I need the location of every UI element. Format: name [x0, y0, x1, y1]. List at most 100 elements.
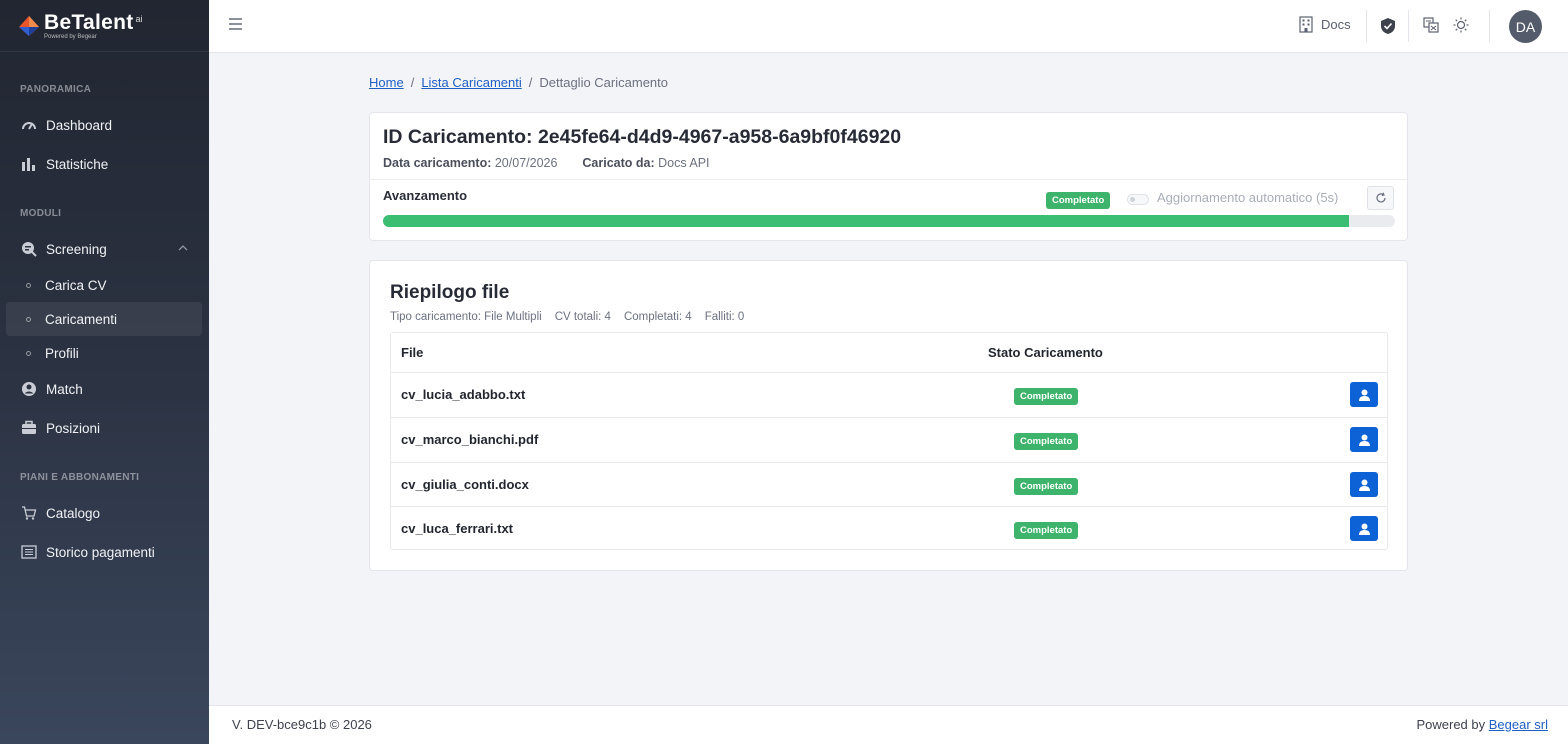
- bar-chart-icon: [20, 156, 37, 173]
- status-badge: Completato: [1014, 388, 1079, 405]
- sidebar-item-label: Caricamenti: [45, 311, 118, 327]
- card-divider: [370, 179, 1407, 180]
- powered-by-label: Powered by: [1416, 717, 1486, 732]
- sidebar-item-label: Posizioni: [46, 420, 101, 436]
- file-name: cv_marco_bianchi.pdf: [401, 432, 539, 447]
- view-profile-button[interactable]: [1350, 516, 1378, 541]
- powered-by: Powered by Begear srl: [1416, 717, 1548, 732]
- sidebar-item-screening[interactable]: Screening: [6, 232, 202, 266]
- sidebar-item-statistiche[interactable]: Statistiche: [6, 147, 202, 181]
- breadcrumb: Home / Lista Caricamenti / Dettaglio Car…: [369, 75, 668, 90]
- section-panoramica: PANORAMICA: [20, 84, 92, 95]
- table-row: cv_luca_ferrari.txt Completato: [391, 506, 1387, 551]
- sidebar-item-dashboard[interactable]: Dashboard: [6, 108, 202, 142]
- sidebar-item-carica-cv[interactable]: Carica CV: [6, 268, 202, 302]
- docs-link[interactable]: Docs: [1299, 16, 1351, 33]
- uploaded-by-value: Docs API: [658, 156, 710, 170]
- user-icon: [1358, 389, 1370, 401]
- top-header: Docs DA: [209, 0, 1568, 53]
- cv-total: CV totali: 4: [554, 311, 611, 323]
- bullet-icon: [26, 316, 31, 322]
- uploaded-by-label: Caricato da:: [582, 156, 655, 170]
- bullet-icon: [26, 350, 31, 356]
- status-badge: Completato: [1014, 433, 1079, 450]
- brand[interactable]: BeTalent ai Powered by Begear: [0, 0, 209, 52]
- sidebar-item-label: Catalogo: [46, 505, 101, 521]
- summary-title: Riepilogo file: [390, 282, 510, 303]
- auto-refresh-toggle[interactable]: [1127, 194, 1149, 205]
- column-header-status: Stato Caricamento: [988, 345, 1103, 360]
- upload-detail-card: ID Caricamento: 2e45fe64-d4d9-4967-a958-…: [369, 112, 1408, 241]
- begear-link[interactable]: Begear srl: [1489, 717, 1548, 732]
- user-avatar[interactable]: DA: [1509, 10, 1542, 43]
- view-profile-button[interactable]: [1350, 382, 1378, 407]
- speedometer-icon: [20, 117, 37, 134]
- user-circle-icon: [20, 381, 37, 398]
- refresh-icon: [1375, 192, 1386, 203]
- table-row: cv_lucia_adabbo.txt Completato: [391, 372, 1387, 417]
- upload-meta: Data caricamento: 20/07/2026 Caricato da…: [383, 156, 710, 170]
- sidebar-item-profili[interactable]: Profili: [6, 336, 202, 370]
- breadcrumb-separator: /: [410, 75, 415, 90]
- sidebar-item-label: Statistiche: [46, 156, 109, 172]
- cart-icon: [20, 505, 37, 522]
- app-version: V. DEV-bce9c1b © 2026: [232, 717, 372, 732]
- sidebar-item-label: Dashboard: [46, 117, 113, 133]
- sidebar-item-catalogo[interactable]: Catalogo: [6, 496, 202, 530]
- status-badge: Completato: [1014, 478, 1079, 495]
- sidebar-item-storico-pagamenti[interactable]: Storico pagamenti: [6, 535, 202, 569]
- cv-completed: Completati: 4: [623, 311, 692, 323]
- cv-failed: Falliti: 0: [704, 311, 745, 323]
- screening-icon: [20, 241, 37, 258]
- section-moduli: MODULI: [20, 208, 62, 219]
- file-name: cv_luca_ferrari.txt: [401, 521, 514, 536]
- upload-id-title: ID Caricamento: 2e45fe64-d4d9-4967-a958-…: [383, 126, 902, 148]
- status-badge: Completato: [1014, 522, 1079, 539]
- list-icon: [20, 544, 37, 561]
- auto-refresh-label: Aggiornamento automatico (5s): [1157, 190, 1339, 205]
- sun-icon[interactable]: [1453, 17, 1469, 33]
- translate-icon[interactable]: [1423, 17, 1439, 33]
- summary-stats: Tipo caricamento: File Multipli CV total…: [390, 311, 744, 323]
- shield-check-icon[interactable]: [1380, 17, 1396, 35]
- breadcrumb-home-link[interactable]: Home: [369, 75, 404, 90]
- briefcase-icon: [20, 420, 37, 437]
- refresh-button[interactable]: [1367, 186, 1394, 210]
- table-row: cv_marco_bianchi.pdf Completato: [391, 417, 1387, 462]
- sidebar-item-caricamenti[interactable]: Caricamenti: [6, 302, 202, 336]
- upload-date-label: Data caricamento:: [383, 156, 492, 170]
- header-divider: [1489, 10, 1490, 42]
- user-icon: [1358, 434, 1370, 446]
- view-profile-button[interactable]: [1350, 427, 1378, 452]
- status-badge: Completato: [1046, 192, 1111, 209]
- breadcrumb-separator: /: [528, 75, 533, 90]
- table-row: cv_giulia_conti.docx Completato: [391, 462, 1387, 507]
- sidebar-item-match[interactable]: Match: [6, 372, 202, 406]
- sidebar-item-label: Storico pagamenti: [46, 544, 155, 560]
- brand-name: BeTalent: [44, 10, 134, 34]
- hamburger-menu-icon[interactable]: [229, 18, 242, 30]
- breadcrumb-current: Dettaglio Caricamento: [539, 75, 668, 90]
- user-icon: [1358, 523, 1370, 535]
- sidebar-item-label: Match: [46, 381, 83, 397]
- sidebar: BeTalent ai Powered by Begear PANORAMICA …: [0, 0, 209, 744]
- file-summary-card: Riepilogo file Tipo caricamento: File Mu…: [369, 260, 1408, 571]
- progress-bar: [383, 215, 1395, 227]
- file-name: cv_giulia_conti.docx: [401, 477, 529, 492]
- breadcrumb-list-link[interactable]: Lista Caricamenti: [421, 75, 521, 90]
- view-profile-button[interactable]: [1350, 472, 1378, 497]
- upload-type: Tipo caricamento: File Multipli: [390, 311, 542, 323]
- brand-sub: Powered by Begear: [44, 33, 97, 40]
- bullet-icon: [26, 282, 31, 288]
- sidebar-item-label: Carica CV: [45, 277, 107, 293]
- brand-sup: ai: [135, 14, 143, 25]
- docs-label: Docs: [1321, 17, 1351, 32]
- footer: V. DEV-bce9c1b © 2026 Powered by Begear …: [209, 705, 1568, 744]
- header-divider: [1366, 10, 1367, 42]
- sidebar-item-label: Screening: [46, 241, 107, 257]
- sidebar-item-posizioni[interactable]: Posizioni: [6, 411, 202, 445]
- progress-label: Avanzamento: [383, 188, 468, 203]
- building-icon: [1299, 16, 1313, 33]
- file-name: cv_lucia_adabbo.txt: [401, 387, 526, 402]
- sidebar-item-label: Profili: [45, 345, 79, 361]
